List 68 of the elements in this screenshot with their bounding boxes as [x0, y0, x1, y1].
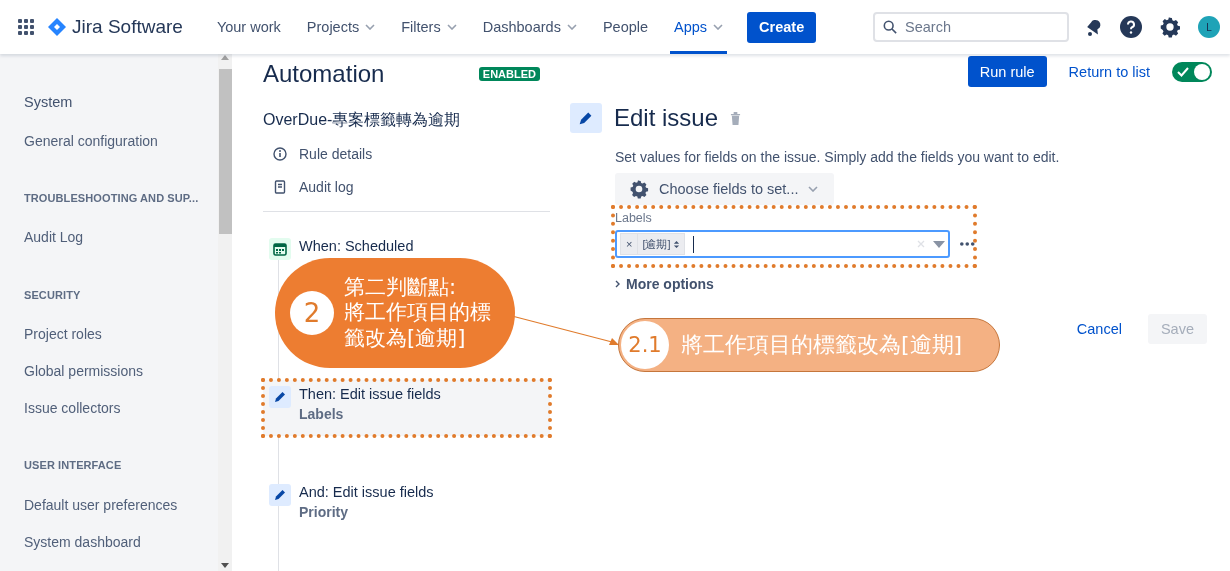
sidebar-item[interactable]: Project roles — [24, 325, 102, 342]
sidebar-item[interactable]: Issue collectors — [24, 400, 121, 417]
cancel-button[interactable]: Cancel — [1070, 320, 1128, 338]
search-icon — [883, 20, 897, 34]
label-tag[interactable]: [逾期] — [638, 236, 684, 252]
nav-tab[interactable]: Filters — [397, 0, 461, 54]
sidebar-item[interactable]: Global permissions — [24, 363, 144, 379]
pencil-icon — [570, 103, 602, 133]
nav-tab[interactable]: Projects — [302, 0, 380, 54]
document-icon — [273, 179, 287, 194]
step-number: 2 — [290, 291, 334, 335]
nav-tab[interactable]: People — [598, 0, 653, 54]
check-icon — [1177, 66, 1189, 77]
callout-text: 將工作項目的標籤改為[逾期] — [681, 331, 963, 359]
editor-description: Set values for fields on the issue. Simply add the fields you want to edit. — [615, 149, 1061, 165]
page-title: Automation — [263, 60, 385, 88]
settings-icon — [1159, 16, 1181, 38]
sidebar-item[interactable]: Audit Log — [24, 229, 84, 246]
run-rule-button[interactable]: Run rule — [967, 56, 1047, 87]
sidebar-item[interactable]: General configuration — [24, 133, 158, 150]
create-button[interactable]: Create — [747, 11, 817, 43]
rule-menu-link[interactable]: Audit log — [299, 178, 354, 195]
remove-tag-button[interactable]: × — [621, 234, 639, 254]
section-heading: System — [24, 94, 73, 110]
rule-menu-link[interactable]: Rule details — [299, 145, 373, 162]
highlighted-step[interactable]: Then: Edit issue fields Labels — [263, 380, 550, 436]
section-heading: TROUBLESHOOTING AND SUP... — [24, 192, 199, 205]
nav-tab[interactable]: Apps — [670, 0, 728, 54]
step-detail: Priority — [299, 504, 349, 520]
user-avatar[interactable]: L — [1198, 16, 1220, 38]
section-heading: SECURITY — [24, 288, 81, 301]
search-field[interactable]: Search — [873, 12, 1069, 42]
help-icon[interactable] — [1120, 16, 1142, 38]
chevron-down-icon — [808, 186, 819, 192]
step-number: 2.1 — [621, 321, 669, 369]
status-lozenge: ENABLED — [478, 67, 540, 81]
return-link[interactable]: Return to list — [1068, 63, 1150, 80]
step-title: Then: Edit issue fields — [299, 386, 441, 402]
enable-toggle[interactable] — [1172, 61, 1212, 82]
step-title: And: Edit issue fields — [299, 484, 434, 500]
calendar-icon — [269, 238, 291, 260]
nav-tab[interactable]: Your work — [212, 0, 285, 54]
diamond-logo-icon — [48, 18, 66, 36]
more-options-toggle[interactable]: More options — [615, 276, 714, 292]
choose-fields-button[interactable]: Choose fields to set... — [615, 173, 835, 205]
pencil-icon — [269, 484, 291, 506]
dropdown-icon[interactable] — [933, 240, 946, 248]
scroll-down-icon[interactable] — [221, 563, 229, 568]
rule-name: OverDue-專案標籤轉為逾期 — [263, 110, 462, 130]
callout-text: 第二判斷點: 將工作項目的標籤改為[逾期] — [344, 275, 492, 351]
more-icon[interactable] — [960, 242, 975, 246]
step-title: When: Scheduled — [299, 238, 414, 254]
field-label: Labels — [615, 211, 653, 225]
section-heading: USER INTERFACE — [24, 459, 122, 472]
gear-icon — [629, 179, 649, 199]
sidebar-item[interactable]: Default user preferences — [24, 496, 178, 513]
app-switcher-icon[interactable] — [18, 19, 34, 35]
labels-input-field[interactable]: × [逾期] — [615, 230, 951, 258]
step-detail: Labels — [299, 406, 345, 422]
product-name: Jira Software — [72, 16, 183, 38]
sidebar-item[interactable]: System dashboard — [24, 533, 141, 550]
info-icon — [273, 146, 287, 161]
pencil-icon — [269, 386, 291, 408]
nav-tab[interactable]: Dashboards — [478, 0, 581, 54]
chevron-right-icon — [615, 280, 620, 288]
editor-title: Edit issue — [614, 104, 719, 132]
scrollbar-thumb[interactable] — [218, 69, 232, 234]
sort-icon — [672, 239, 680, 249]
